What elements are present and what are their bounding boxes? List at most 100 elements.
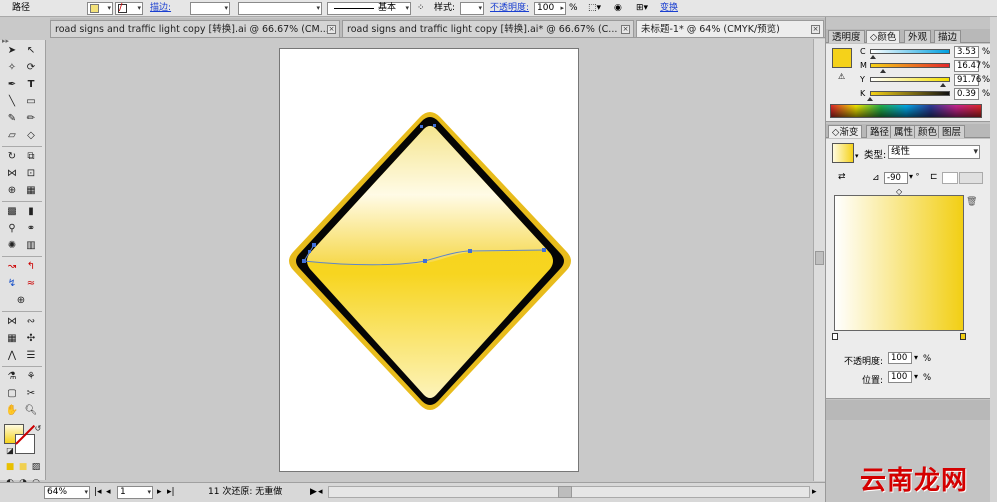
line-tool-icon[interactable]: ╲ — [4, 95, 20, 109]
stroke-swatch[interactable]: / ▾ — [115, 2, 143, 15]
first-page-icon[interactable]: |◂ — [94, 486, 102, 499]
brush-definition-select[interactable]: 基本 ▾ — [327, 2, 411, 15]
yellow-value-input[interactable]: 91.76 — [954, 74, 981, 86]
tab-color-2[interactable]: 颜色 — [914, 125, 942, 138]
transform-link[interactable]: 变换 — [660, 2, 678, 15]
mesh-tool-icon[interactable]: ▩ — [4, 205, 20, 219]
panel-collapse-strip[interactable] — [990, 17, 997, 502]
close-icon[interactable]: × — [327, 25, 336, 34]
opacity-label[interactable]: 不透明度: — [490, 2, 529, 15]
gradient-end-stop[interactable] — [960, 333, 966, 340]
tab-document-2[interactable]: road signs and traffic light copy [转换].a… — [342, 20, 634, 37]
out-of-gamut-icon[interactable]: ⚠︎ — [838, 72, 845, 81]
hscroll-right-icon[interactable]: ▸ — [812, 486, 817, 499]
align-icon[interactable]: ⊞▾ — [636, 2, 648, 15]
cyan-slider-knob[interactable] — [869, 55, 876, 59]
prev-page-icon[interactable]: ◂ — [106, 486, 111, 499]
grid-tool-icon[interactable]: ▦ — [4, 332, 20, 346]
symbol-sprayer-tool-icon[interactable]: ✺ — [4, 239, 20, 253]
gradient-preset-arrow-icon[interactable]: ▾ — [855, 152, 859, 160]
rotate-tool-icon[interactable]: ↻ — [4, 150, 20, 164]
road-sign-artwork[interactable] — [280, 49, 580, 473]
pen-tool-icon[interactable]: ✒ — [4, 78, 20, 92]
black-value-input[interactable]: 0.39 — [954, 88, 979, 100]
custom-bend-tool-icon[interactable]: ↯ — [4, 277, 20, 291]
stop-location-arrow-icon[interactable]: ▾ — [914, 372, 918, 381]
type-tool-icon[interactable]: T — [23, 78, 39, 92]
custom-curve-tool-icon[interactable]: ↰ — [23, 260, 39, 274]
tab-gradient[interactable]: ◇渐变 — [828, 125, 863, 138]
graphic-style-swatch[interactable]: ▾ — [460, 2, 484, 15]
tab-layers[interactable]: 图层 — [938, 125, 966, 138]
free-transform-tool-icon[interactable]: ⊡ — [23, 167, 39, 181]
cyan-value-input[interactable]: 3.53 — [954, 46, 979, 58]
bowtie-tool-icon[interactable]: ⋈ — [4, 315, 20, 329]
tab-appearance[interactable]: 外观 — [904, 30, 932, 43]
align-lines-tool-icon[interactable]: ☰ — [23, 349, 39, 363]
reverse-gradient-icon[interactable]: ⇄ — [838, 172, 846, 182]
close-icon[interactable]: × — [811, 25, 820, 34]
cyan-slider[interactable] — [870, 49, 950, 54]
custom-wave-tool-icon[interactable]: ≈ — [23, 277, 39, 291]
tab-color[interactable]: ◇颜色 — [866, 30, 901, 43]
hscroll-left-icon[interactable]: ◂ — [318, 486, 323, 499]
close-icon[interactable]: × — [621, 25, 630, 34]
magenta-slider[interactable] — [870, 63, 950, 68]
gradient-tool-icon[interactable]: ▮ — [23, 205, 39, 219]
rectangle-tool-icon[interactable]: ▭ — [23, 95, 39, 109]
magenta-value-input[interactable]: 16.47 — [954, 60, 981, 72]
perspective-grid-tool-icon[interactable]: ▦ — [23, 184, 39, 198]
stop-opacity-arrow-icon[interactable]: ▾ — [914, 353, 918, 362]
tab-attributes[interactable]: 属性 — [890, 125, 918, 138]
stroke-weight-select[interactable]: ▾ — [190, 2, 230, 15]
paintbrush-tool-icon[interactable]: ✎ — [4, 112, 20, 126]
gradient-type-select[interactable]: 线性 ▾ — [888, 145, 980, 159]
live-paint-selection-tool-icon[interactable]: ⚘ — [23, 370, 39, 384]
aspect-ratio-input[interactable] — [942, 172, 958, 184]
direct-selection-tool-icon[interactable]: ↖ — [23, 44, 39, 58]
zoom-select[interactable]: 64% ▾ — [44, 486, 90, 499]
yellow-slider-knob[interactable] — [940, 83, 947, 87]
distort-icon[interactable]: ⁘ — [417, 2, 425, 15]
variable-width-select[interactable]: ▾ — [238, 2, 322, 15]
swap-colors-icon[interactable]: ↺ — [30, 422, 46, 436]
stroke-label[interactable]: 描边: — [150, 2, 171, 15]
vertical-scrollbar[interactable] — [813, 39, 825, 481]
zoom-tool-icon[interactable]: 🔍︎ — [23, 404, 39, 418]
artboard[interactable] — [279, 48, 579, 472]
next-page-icon[interactable]: ▸ — [157, 486, 162, 499]
gradient-angle-input[interactable]: -90 — [884, 172, 908, 184]
tab-path[interactable]: 路径 — [866, 125, 894, 138]
magenta-slider-knob[interactable] — [880, 69, 887, 73]
width-tool-icon[interactable]: ⋈ — [4, 167, 20, 181]
column-graph-tool-icon[interactable]: ▥ — [23, 239, 39, 253]
tab-transparency[interactable]: 透明度 — [828, 30, 865, 43]
warp-tool-icon[interactable]: ∾ — [23, 315, 39, 329]
selection-tool-icon[interactable]: ➤ — [4, 44, 20, 58]
fill-color-swatch[interactable] — [832, 48, 852, 68]
fill-swatch[interactable]: ▾ — [87, 2, 113, 15]
slice-tool-icon[interactable]: ✂ — [23, 387, 39, 401]
opacity-input[interactable]: 100 ▸ — [534, 2, 566, 15]
black-slider-knob[interactable] — [867, 97, 874, 101]
tab-stroke[interactable]: 描边 — [934, 30, 962, 43]
canvas-area[interactable] — [47, 39, 813, 481]
twirl-tool-icon[interactable]: ✣ — [23, 332, 39, 346]
page-select[interactable]: 1 ▾ — [117, 486, 153, 499]
eyedropper-tool-icon[interactable]: ⚲ — [4, 222, 20, 236]
live-paint-tool-icon[interactable]: ⚗ — [4, 370, 20, 384]
stroke-color-swatch[interactable] — [15, 424, 36, 454]
none-mode-icon[interactable]: ▨ — [28, 460, 44, 474]
scale-tool-icon[interactable]: ⧉ — [23, 150, 39, 164]
lasso-tool-icon[interactable]: ⟳ — [23, 61, 39, 75]
tab-document-1[interactable]: road signs and traffic light copy [转换].a… — [50, 20, 340, 37]
stop-location-input[interactable]: 100 — [888, 371, 912, 383]
blend-tool-icon[interactable]: ⚭ — [23, 222, 39, 236]
stop-opacity-input[interactable]: 100 — [888, 352, 912, 364]
black-slider[interactable] — [870, 91, 950, 96]
blob-brush-tool-icon[interactable]: ▱ — [4, 129, 20, 143]
magic-wand-tool-icon[interactable]: ✧ — [4, 61, 20, 75]
delete-stop-icon[interactable]: 🗑︎ — [966, 197, 977, 207]
last-page-icon[interactable]: ▸| — [167, 486, 175, 499]
color-spectrum-bar[interactable] — [830, 104, 982, 118]
